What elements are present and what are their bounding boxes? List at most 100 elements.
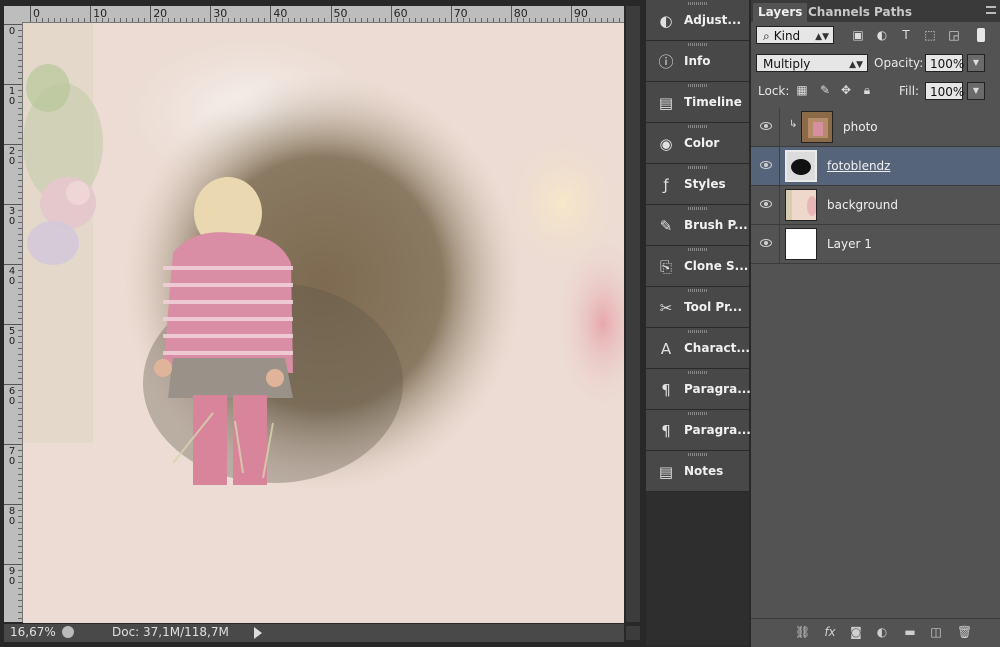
link-layers-icon[interactable]: ⛓ [795, 625, 810, 639]
visibility-eye-icon[interactable] [760, 200, 772, 208]
add-layer-style-fx-icon[interactable]: fx [823, 625, 837, 639]
ruler-minor-tick [438, 18, 440, 22]
filter-smartobject-icon[interactable]: ◲ [947, 28, 961, 42]
canvas-artwork[interactable] [23, 23, 624, 623]
vertical-scrollbar[interactable] [626, 6, 640, 622]
new-group-folder-icon[interactable]: ▬ [903, 625, 917, 639]
dock-item-4[interactable]: ƒ Styles [646, 164, 749, 205]
ruler-minor-tick [186, 18, 188, 22]
ruler-minor-tick [612, 18, 614, 22]
vertical-ruler[interactable]: 0 10 20 30 40 50 60 70 80 90 [4, 22, 23, 622]
ruler-minor-tick [228, 18, 230, 22]
status-menu-arrow-icon[interactable] [254, 627, 262, 639]
ruler-minor-tick [18, 234, 22, 235]
ruler-minor-tick [378, 18, 380, 22]
layer-row-background[interactable]: background [751, 186, 1000, 225]
ruler-minor-tick [408, 18, 410, 22]
drag-grip-icon[interactable] [688, 207, 708, 210]
dock-item-7[interactable]: ✂ Tool Pr... [646, 287, 749, 328]
drag-grip-icon[interactable] [688, 412, 708, 415]
delete-layer-trash-icon[interactable]: 🗑︎ [957, 625, 972, 639]
new-layer-icon[interactable]: ◫ [929, 625, 943, 639]
layer-name[interactable]: photo [843, 120, 878, 134]
visibility-eye-icon[interactable] [760, 122, 772, 130]
ruler-minor-tick [18, 198, 22, 199]
drag-grip-icon[interactable] [688, 330, 708, 333]
fill-slider-toggle[interactable]: ▼ [967, 82, 985, 100]
panel-menu-icon[interactable] [986, 6, 996, 14]
filter-pixel-icon[interactable]: ▣ [851, 28, 865, 42]
layer-row-layer-1[interactable]: Layer 1 [751, 225, 1000, 264]
dock-item-6[interactable]: ⎘ Clone S... [646, 246, 749, 287]
layer-thumbnail-photo[interactable] [801, 111, 833, 143]
resize-grip[interactable] [626, 626, 640, 640]
tab-layers[interactable]: Layers [753, 3, 808, 22]
fill-field[interactable]: 100% [925, 82, 964, 100]
layer-filter-kind[interactable]: ⌕ Kind ▲▼ [756, 26, 834, 44]
dock-item-label: Paragra... [684, 382, 751, 396]
ruler-minor-tick [102, 18, 104, 22]
dock-item-1[interactable]: ⓘ Info [646, 41, 749, 82]
opacity-field[interactable]: 100% [925, 54, 964, 72]
styles-fx-icon: ƒ [663, 176, 669, 194]
zoom-level[interactable]: 16,67% [10, 625, 56, 639]
dock-item-label: Paragra... [684, 423, 751, 437]
layer-name[interactable]: background [827, 198, 898, 212]
drag-grip-icon[interactable] [688, 453, 708, 456]
dock-item-11[interactable]: ▤ Notes [646, 451, 749, 492]
ruler-minor-tick [534, 18, 536, 22]
dock-item-2[interactable]: ▤ Timeline [646, 82, 749, 123]
dock-item-5[interactable]: ✎ Brush P... [646, 205, 749, 246]
dock-item-3[interactable]: ◉ Color [646, 123, 749, 164]
ruler-minor-tick [18, 582, 22, 583]
ruler-origin[interactable] [4, 6, 22, 22]
lock-image-pixels-icon[interactable]: ✎ [819, 84, 831, 96]
ruler-minor-tick [18, 456, 22, 457]
horizontal-ruler[interactable]: 0 10 20 30 40 50 60 70 80 90 [22, 6, 624, 23]
lock-transparent-icon[interactable]: ▦ [796, 84, 808, 96]
ruler-minor-tick [18, 222, 22, 223]
layer-row-fotoblendz[interactable]: fotoblendz [751, 147, 1000, 186]
drag-grip-icon[interactable] [688, 43, 708, 46]
tab-paths[interactable]: Paths [869, 3, 917, 22]
ruler-minor-tick [18, 372, 22, 373]
filter-shape-icon[interactable]: ⬚ [923, 28, 937, 42]
filter-adjustment-icon[interactable]: ◐ [875, 28, 889, 42]
filter-toggle-switch[interactable] [977, 28, 985, 42]
filter-type-icon[interactable]: T [899, 28, 913, 42]
ruler-minor-tick [318, 18, 320, 22]
blend-mode-dropdown[interactable]: Multiply ▲▼ [756, 54, 868, 72]
drag-grip-icon[interactable] [688, 371, 708, 374]
dock-item-0[interactable]: ◐ Adjust... [646, 0, 749, 41]
dock-item-9[interactable]: ¶ Paragra... [646, 369, 751, 410]
layer-name[interactable]: fotoblendz [827, 159, 890, 173]
drag-grip-icon[interactable] [688, 84, 708, 87]
drag-grip-icon[interactable] [688, 248, 708, 251]
fill-label: Fill: [899, 84, 920, 98]
drag-grip-icon[interactable] [688, 2, 708, 5]
new-adjustment-layer-icon[interactable]: ◐ [875, 625, 889, 639]
dock-item-label: Adjust... [684, 13, 742, 27]
dock-item-10[interactable]: ¶ Paragra... [646, 410, 751, 451]
add-mask-icon[interactable]: ◙ [849, 625, 863, 639]
dock-item-label: Charact... [684, 341, 750, 355]
search-icon: ⌕ [763, 29, 770, 43]
layer-row-photo[interactable]: ↳ photo [751, 108, 1000, 147]
layer-name[interactable]: Layer 1 [827, 237, 872, 251]
visibility-eye-icon[interactable] [760, 239, 772, 247]
layer-thumbnail-fotoblendz[interactable] [785, 150, 817, 182]
drag-grip-icon[interactable] [688, 166, 708, 169]
zoom-preview-icon[interactable] [62, 626, 74, 638]
layer-thumbnail-layer-1[interactable] [785, 228, 817, 260]
drag-grip-icon[interactable] [688, 125, 708, 128]
lock-position-icon[interactable]: ✥ [840, 84, 852, 96]
layer-thumbnail-background[interactable] [785, 189, 817, 221]
drag-grip-icon[interactable] [688, 289, 708, 292]
ruler-minor-tick [492, 18, 494, 22]
visibility-eye-icon[interactable] [760, 161, 772, 169]
dock-item-8[interactable]: A Charact... [646, 328, 750, 369]
opacity-slider-toggle[interactable]: ▼ [967, 54, 985, 72]
opacity-label: Opacity: [874, 56, 924, 70]
lock-all-icon[interactable]: 🔒︎ [861, 84, 873, 96]
tab-channels[interactable]: Channels [803, 3, 875, 22]
